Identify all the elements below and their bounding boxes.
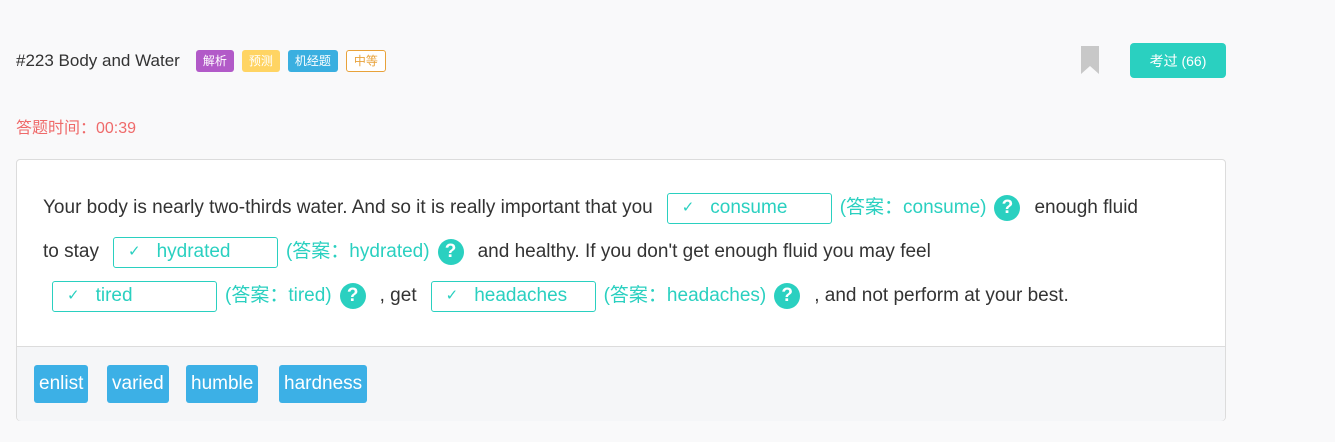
word-options-bar: enlist varied humble hardness [17,346,1225,421]
answer-timer: 答题时间：00:39 [16,120,137,137]
passage-segment: Your body is nearly two-thirds water. An… [43,197,653,218]
option-word[interactable]: enlist [34,365,89,403]
question-card: Your body is nearly two-thirds water. An… [16,159,1226,421]
check-icon: ✓ [127,243,141,260]
passage-line: ✓ tired (答案：tired) ? , get ✓ headaches (… [43,274,1203,318]
tag-analysis[interactable]: 解析 [195,50,234,72]
answer-hint: (答案：consume) [839,197,987,218]
passage-segment: , and not perform at your best. [814,285,1069,306]
tag-machine-question[interactable]: 机经题 [287,50,338,72]
question-title: #223 Body and Water [16,51,180,70]
blank-input-1[interactable]: ✓ consume [666,192,832,224]
help-icon[interactable]: ? [774,283,801,309]
option-word[interactable]: hardness [279,365,368,403]
answer-hint: (答案：tired) [225,285,332,306]
passage-line: Your body is nearly two-thirds water. An… [43,186,1203,230]
passage-segment: and healthy. If you don't get enough flu… [477,241,931,262]
question-header: #223 Body and Water 解析 预测 机经题 中等 [16,46,1226,76]
help-icon[interactable]: ? [994,195,1021,221]
passage-text: Your body is nearly two-thirds water. An… [43,186,1203,318]
answer-hint: (答案：hydrated) [285,241,430,262]
exam-taken-button[interactable]: 考过 (66) [1130,43,1226,78]
answer-hint: (答案：headaches) [603,285,767,306]
bookmark-icon[interactable] [1081,46,1099,74]
passage-segment: enough fluid [1034,197,1139,218]
blank-value: tired [95,285,133,306]
check-icon: ✓ [67,287,80,304]
blank-value: hydrated [156,241,231,262]
blank-input-2[interactable]: ✓ hydrated [112,236,278,268]
passage-segment: to stay [43,241,99,262]
help-icon[interactable]: ? [339,283,366,309]
blank-value: consume [710,197,788,218]
option-word[interactable]: varied [107,365,169,403]
option-word[interactable]: humble [186,365,259,403]
tag-difficulty: 中等 [345,50,386,72]
blank-input-4[interactable]: ✓ headaches [430,280,596,312]
check-icon: ✓ [445,287,459,304]
tag-prediction[interactable]: 预测 [241,50,280,72]
blank-input-3[interactable]: ✓ tired [52,280,217,312]
passage-segment: , get [379,285,417,306]
passage-line: to stay ✓ hydrated (答案：hydrated) ? and h… [43,230,1203,274]
check-icon: ✓ [681,199,695,216]
help-icon[interactable]: ? [437,239,464,265]
blank-value: headaches [474,285,568,306]
